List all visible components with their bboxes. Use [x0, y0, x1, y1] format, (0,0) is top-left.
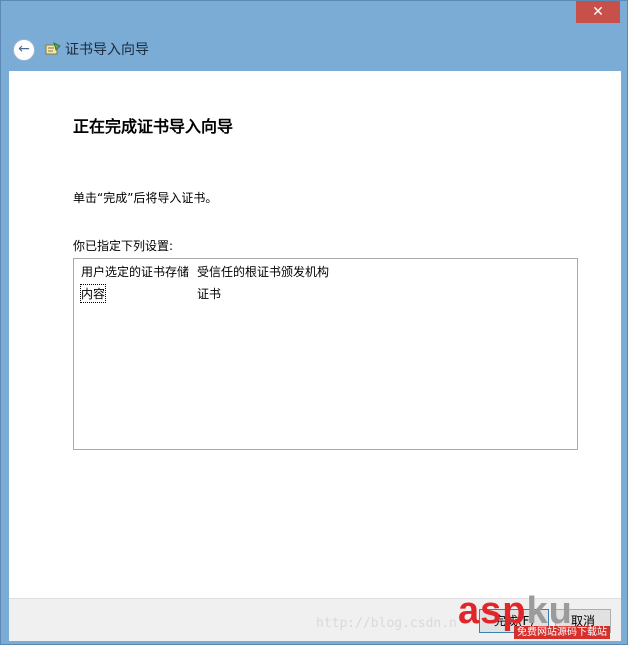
watermark-url: http://blog.csdn.n [316, 616, 457, 631]
settings-row[interactable]: 内容 证书 [79, 284, 561, 303]
close-button[interactable]: ✕ [576, 1, 620, 23]
settings-list[interactable]: 用户选定的证书存储 受信任的根证书颁发机构 内容 证书 [73, 258, 578, 450]
back-arrow-icon[interactable]: ← [13, 39, 35, 61]
content-pane: 正在完成证书导入向导 单击“完成”后将导入证书。 你已指定下列设置: 用户选定的… [9, 71, 621, 598]
logo-tagline: 免费网站源码下载站 [514, 626, 610, 639]
certificate-wizard-icon [45, 42, 61, 55]
settings-key: 内容 [79, 284, 107, 303]
wizard-header: ← 证书导入向导 [9, 33, 619, 69]
page-heading: 正在完成证书导入向导 [73, 117, 234, 136]
site-logo: aspku 免费网站源码下载站 [458, 590, 618, 642]
settings-label: 你已指定下列设置: [73, 239, 174, 253]
settings-key: 用户选定的证书存储 [81, 265, 190, 279]
instruction-text: 单击“完成”后将导入证书。 [73, 191, 218, 205]
wizard-window: ✕ ← 证书导入向导 正在完成证书导入向导 单击“完成”后将导入证书。 你已指定… [0, 0, 628, 645]
settings-value: 证书 [197, 287, 222, 301]
wizard-title: 证书导入向导 [65, 42, 149, 58]
settings-value: 受信任的根证书颁发机构 [197, 265, 330, 279]
settings-row[interactable]: 用户选定的证书存储 受信任的根证书颁发机构 [81, 263, 561, 279]
